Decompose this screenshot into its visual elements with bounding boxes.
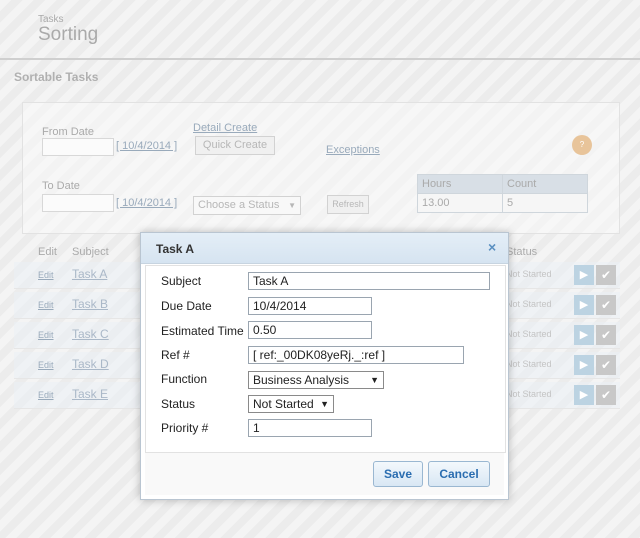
hours-value: 13.00 — [417, 193, 503, 213]
header-divider — [0, 58, 640, 60]
row-subject-link[interactable]: Task C — [72, 327, 109, 341]
dialog-header: Task A × — [141, 233, 508, 264]
stats-table: Hours Count 13.00 5 — [417, 174, 588, 213]
priority-input[interactable]: 1 — [248, 419, 372, 437]
row-subject-link[interactable]: Task A — [72, 267, 107, 281]
to-date-label: To Date — [42, 180, 80, 192]
subject-input[interactable]: Task A — [248, 272, 490, 290]
filter-panel — [22, 102, 620, 234]
status-label: Status — [161, 397, 196, 411]
row-status: Not Started — [506, 299, 552, 309]
dialog-footer: Save Cancel — [145, 453, 504, 495]
row-edit-link[interactable]: Edit — [38, 330, 54, 340]
task-edit-dialog: Task A × Subject Task A Due Date 10/4/20… — [140, 232, 509, 500]
row-subject-link[interactable]: Task E — [72, 387, 108, 401]
row-subject-link[interactable]: Task D — [72, 357, 109, 371]
check-icon[interactable]: ✔ — [596, 325, 616, 345]
count-header: Count — [502, 174, 588, 194]
from-date-label: From Date — [42, 126, 94, 138]
row-status: Not Started — [506, 359, 552, 369]
row-subject-link[interactable]: Task B — [72, 297, 108, 311]
chevron-down-icon: ▼ — [370, 375, 379, 385]
row-edit-link[interactable]: Edit — [38, 360, 54, 370]
check-icon[interactable]: ✔ — [596, 355, 616, 375]
row-edit-link[interactable]: Edit — [38, 390, 54, 400]
function-label: Function — [161, 372, 208, 386]
save-button[interactable]: Save — [373, 461, 423, 487]
priority-label: Priority # — [161, 421, 209, 435]
check-icon[interactable]: ✔ — [596, 385, 616, 405]
ref-input[interactable]: [ ref:_00DK08yeRj._:ref ] — [248, 346, 464, 364]
edit-column-header: Edit — [38, 246, 57, 258]
from-date-input[interactable] — [42, 138, 114, 156]
status-filter-value: Choose a Status — [198, 199, 280, 211]
close-icon[interactable]: × — [488, 239, 496, 255]
row-edit-link[interactable]: Edit — [38, 270, 54, 280]
cancel-button[interactable]: Cancel — [428, 461, 490, 487]
exceptions-link[interactable]: Exceptions — [326, 144, 380, 156]
function-select[interactable]: Business Analysis ▼ — [248, 371, 384, 389]
subject-label: Subject — [161, 274, 202, 288]
play-icon[interactable]: ▶ — [574, 325, 594, 345]
play-icon[interactable]: ▶ — [574, 295, 594, 315]
count-value: 5 — [502, 193, 588, 213]
status-filter-select[interactable]: Choose a Status ▼ — [193, 196, 301, 215]
row-status: Not Started — [506, 269, 552, 279]
to-date-input[interactable] — [42, 194, 114, 212]
status-select[interactable]: Not Started ▼ — [248, 395, 334, 413]
play-icon[interactable]: ▶ — [574, 355, 594, 375]
estimated-time-label: Estimated Time — [161, 324, 244, 338]
section-title: Sortable Tasks — [14, 70, 99, 84]
dialog-body: Subject Task A Due Date 10/4/2014 Estima… — [145, 265, 506, 453]
to-date-link[interactable]: [ 10/4/2014 ] — [116, 197, 177, 209]
hours-header: Hours — [417, 174, 503, 194]
quick-create-button[interactable]: Quick Create — [195, 136, 275, 155]
row-status: Not Started — [506, 329, 552, 339]
play-icon[interactable]: ▶ — [574, 385, 594, 405]
row-edit-link[interactable]: Edit — [38, 300, 54, 310]
play-icon[interactable]: ▶ — [574, 265, 594, 285]
row-status: Not Started — [506, 389, 552, 399]
due-date-input[interactable]: 10/4/2014 — [248, 297, 372, 315]
status-select-value: Not Started — [253, 397, 314, 411]
page-title: Sorting — [38, 24, 99, 45]
help-icon[interactable]: ? — [572, 135, 592, 155]
estimated-time-input[interactable]: 0.50 — [248, 321, 372, 339]
check-icon[interactable]: ✔ — [596, 265, 616, 285]
status-column-header: Status — [506, 246, 538, 258]
detail-create-link[interactable]: Detail Create — [193, 122, 257, 134]
chevron-down-icon: ▼ — [320, 399, 329, 409]
from-date-link[interactable]: [ 10/4/2014 ] — [116, 140, 177, 152]
check-icon[interactable]: ✔ — [596, 295, 616, 315]
refresh-button[interactable]: Refresh — [327, 195, 369, 214]
ref-label: Ref # — [161, 348, 190, 362]
subject-column-header: Subject — [72, 246, 109, 258]
chevron-down-icon: ▼ — [288, 201, 296, 210]
due-date-label: Due Date — [161, 299, 212, 313]
function-select-value: Business Analysis — [253, 373, 350, 387]
dialog-title: Task A — [156, 242, 195, 256]
